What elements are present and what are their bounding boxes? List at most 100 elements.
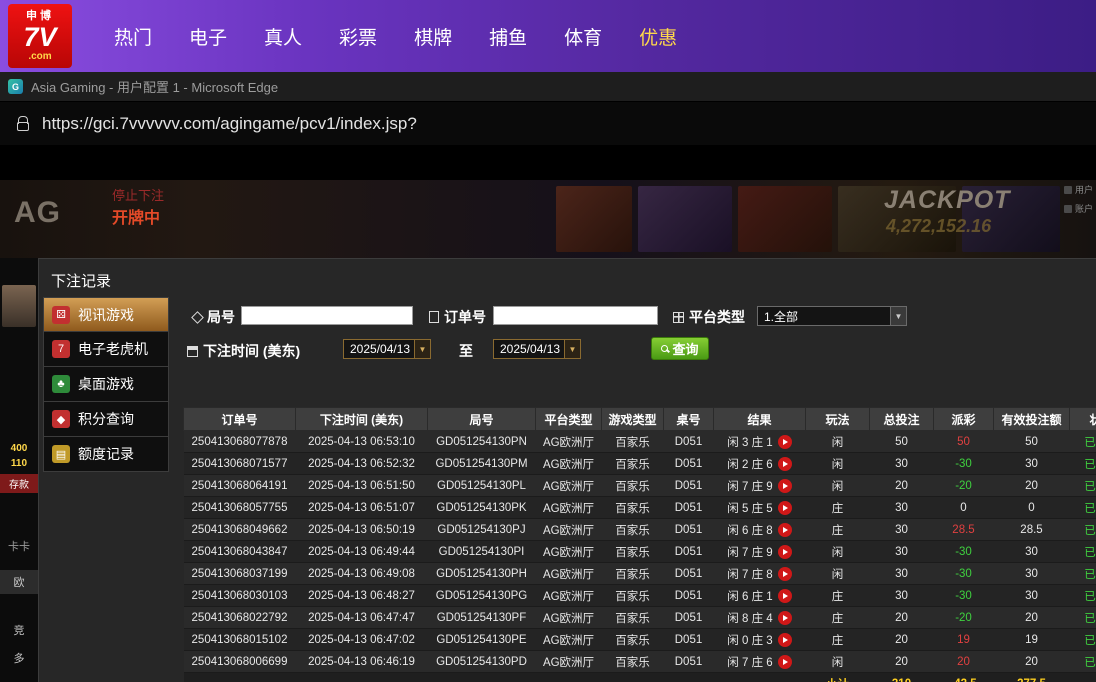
cell-payout: 28.5 — [933, 518, 994, 541]
cell-result: 闲 7 庄 9 — [713, 474, 806, 497]
cell-order: 250413068049662 — [183, 518, 296, 541]
user-menu-item[interactable]: 用户 — [1063, 183, 1093, 196]
cell-time: 2025-04-13 06:50:19 — [295, 518, 428, 541]
replay-button[interactable] — [777, 500, 792, 515]
cell-play: 庄 — [805, 496, 870, 519]
chevron-down-icon: ▼ — [564, 340, 580, 358]
bet-table-body: 250413068077878 2025-04-13 06:53:10 GD0512… — [183, 430, 1096, 682]
game-thumbnail — [738, 186, 832, 252]
result-text: 闲 7 庄 8 — [727, 568, 773, 581]
left-strip-item[interactable]: 110 — [0, 458, 38, 469]
sidebar-item-5[interactable]: ▤ 额度记录 — [43, 437, 169, 472]
nav-item-6[interactable]: 捕鱼 — [489, 23, 527, 50]
bet-table-wrap: 订单号下注时间 (美东)局号平台类型游戏类型桌号结果玩法总投注派彩有效投注额状态… — [183, 407, 1096, 682]
avatar[interactable] — [2, 285, 36, 327]
date-from-value: 2025/04/13 — [350, 342, 411, 356]
nav-item-3[interactable]: 真人 — [264, 23, 302, 50]
logo-main-text: 7V — [23, 21, 57, 52]
left-strip-item[interactable]: 400 — [0, 443, 38, 454]
game-thumbnail — [556, 186, 632, 252]
search-button[interactable]: 查询 — [651, 337, 709, 360]
table-games-icon: ♣ — [52, 375, 70, 393]
round-input[interactable] — [241, 306, 413, 325]
nav-item-8[interactable]: 优惠 — [639, 23, 677, 50]
result: 闲 7 庄 6 — [714, 654, 806, 670]
cell-platform: AG欧洲厅 — [535, 474, 602, 497]
replay-button[interactable] — [777, 566, 792, 581]
cell-game-type: 百家乐 — [601, 430, 664, 453]
site-logo[interactable]: 申博 7V .com — [8, 4, 72, 68]
account-menu-label: 账户 — [1074, 204, 1093, 214]
result: 闲 7 庄 9 — [714, 544, 806, 560]
browser-titlebar: G Asia Gaming - 用户配置 1 - Microsoft Edge — [0, 72, 1096, 102]
cell-payout: 0 — [933, 496, 994, 519]
replay-button[interactable] — [777, 456, 792, 471]
account-menu-item[interactable]: 账户 — [1063, 202, 1093, 215]
date-from-select[interactable]: 2025/04/13 ▼ — [343, 339, 431, 359]
order-label-text: 订单号 — [444, 309, 486, 325]
cell-table-no: D051 — [663, 452, 714, 475]
cell-platform: AG欧洲厅 — [535, 584, 602, 607]
replay-button[interactable] — [777, 588, 792, 603]
date-to-select[interactable]: 2025/04/13 ▼ — [493, 339, 581, 359]
cell-order: 250413068006699 — [183, 650, 296, 673]
cell-table-no: D051 — [663, 562, 714, 585]
result-text: 闲 7 庄 9 — [727, 480, 773, 493]
play-icon — [782, 482, 788, 489]
nav-item-4[interactable]: 彩票 — [339, 23, 377, 50]
browser-urlbar[interactable]: https://gci.7vvvvvv.com/agingame/pcv1/in… — [0, 102, 1096, 145]
cell-table-no: D051 — [663, 584, 714, 607]
nav-items: 热门 电子 真人 彩票 棋牌 捕鱼 体育 优惠 — [114, 23, 677, 50]
play-icon — [782, 614, 788, 621]
subtotal-spacer — [183, 672, 806, 682]
cell-game-type: 百家乐 — [601, 562, 664, 585]
replay-button[interactable] — [777, 522, 792, 537]
nav-item-1[interactable]: 热门 — [114, 23, 152, 50]
cell-time: 2025-04-13 06:52:32 — [295, 452, 428, 475]
bet-table: 订单号下注时间 (美东)局号平台类型游戏类型桌号结果玩法总投注派彩有效投注额状态… — [183, 407, 1096, 682]
credit-record-icon: ▤ — [52, 445, 70, 463]
cell-play: 闲 — [805, 430, 870, 453]
nav-item-2[interactable]: 电子 — [189, 23, 227, 50]
result-text: 闲 7 庄 6 — [727, 656, 773, 669]
cell-total-bet: 20 — [869, 628, 934, 651]
sidebar-item-1[interactable]: ⚄ 视讯游戏 — [43, 297, 169, 332]
cell-payout: -30 — [933, 584, 994, 607]
tag-icon — [191, 310, 204, 324]
lock-icon — [17, 116, 29, 131]
platform-label-text: 平台类型 — [689, 309, 745, 325]
table-row: 250413068077878 2025-04-13 06:53:10 GD0512… — [183, 430, 1096, 453]
sidebar-item-4[interactable]: ◆ 积分查询 — [43, 402, 169, 437]
left-strip-item[interactable]: 欧 — [0, 570, 38, 594]
round-label-text: 局号 — [207, 309, 235, 325]
cell-platform: AG欧洲厅 — [535, 496, 602, 519]
cell-payout: 20 — [933, 650, 994, 673]
replay-button[interactable] — [777, 654, 792, 669]
platform-select[interactable]: 1.全部 ▼ — [757, 306, 907, 326]
site-nav: 申博 7V .com 热门 电子 真人 彩票 棋牌 捕鱼 体育 优惠 — [0, 0, 1096, 72]
url-text[interactable]: https://gci.7vvvvvv.com/agingame/pcv1/in… — [42, 114, 417, 134]
replay-button[interactable] — [777, 544, 792, 559]
left-strip-item[interactable]: 竞 — [0, 622, 38, 638]
sidebar-item-3[interactable]: ♣ 桌面游戏 — [43, 367, 169, 402]
cell-valid-bet: 28.5 — [993, 518, 1070, 541]
sidebar-item-2[interactable]: 7 电子老虎机 — [43, 332, 169, 367]
replay-button[interactable] — [777, 478, 792, 493]
replay-button[interactable] — [777, 434, 792, 449]
column-header: 订单号 — [183, 407, 296, 431]
cell-time: 2025-04-13 06:46:19 — [295, 650, 428, 673]
replay-button[interactable] — [777, 610, 792, 625]
column-header: 桌号 — [663, 407, 714, 431]
play-icon — [782, 504, 788, 511]
left-strip-item[interactable]: 多 — [0, 650, 38, 666]
cell-result: 闲 7 庄 8 — [713, 562, 806, 585]
cell-order: 250413068015102 — [183, 628, 296, 651]
order-input[interactable] — [493, 306, 658, 325]
left-strip-item[interactable]: 卡卡 — [0, 538, 38, 554]
nav-item-7[interactable]: 体育 — [564, 23, 602, 50]
result-text: 闲 6 庄 1 — [727, 590, 773, 603]
cell-valid-bet: 20 — [993, 474, 1070, 497]
replay-button[interactable] — [777, 632, 792, 647]
left-strip-item[interactable]: 存款 — [0, 474, 38, 493]
nav-item-5[interactable]: 棋牌 — [414, 23, 452, 50]
